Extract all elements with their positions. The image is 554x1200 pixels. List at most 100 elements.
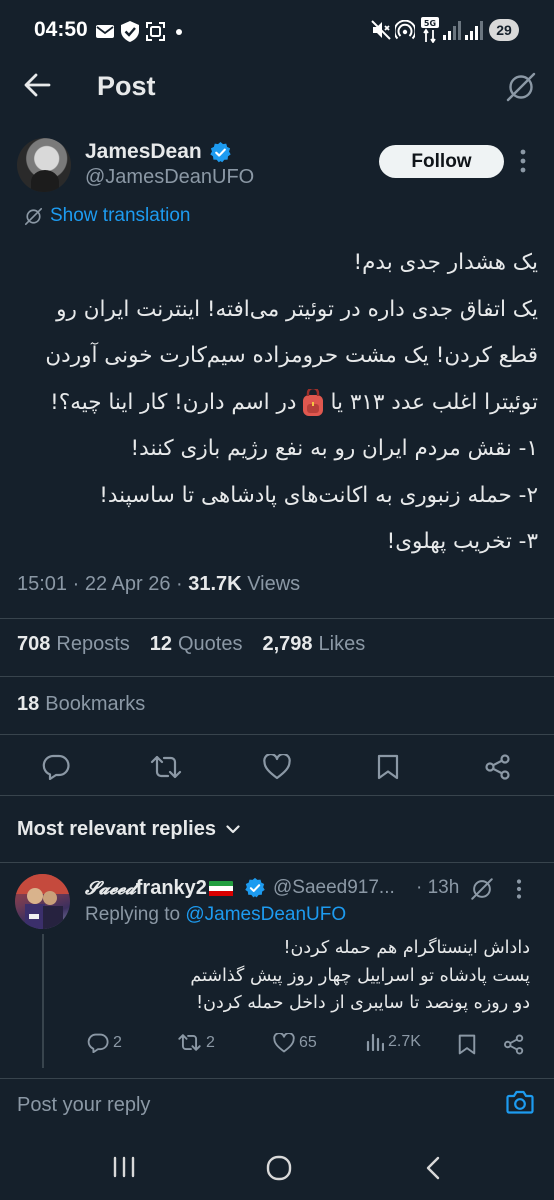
reposts-label: Reposts [56,633,130,655]
bookmarks-label: Bookmarks [45,693,146,715]
grok-translate-icon[interactable] [470,877,494,901]
tweet-timestamp: 15:01 · 22 Apr 26 · 31.7K Views [17,573,301,595]
author-avatar[interactable] [17,138,71,192]
grok-translate-icon [24,207,43,225]
reply-avatar[interactable] [15,874,70,929]
likes-stat[interactable]: 2,798 Likes [262,633,365,656]
tweet-line-part: توئیترا اغلب عدد ۳۱۳ یا [330,389,538,415]
reply-name-stylized: 𝓢𝓪𝓮𝓮𝓭 [85,878,136,899]
quotes-count: 12 [149,633,172,655]
reposts-count: 708 [17,633,51,655]
reply-line: دو روزه پونصد تا سایبری از داخل حمله کرد… [196,993,530,1013]
show-translation-link[interactable]: Show translation [24,205,190,227]
replies-sort-dropdown[interactable]: Most relevant replies [17,818,240,841]
signal-2-icon [465,21,483,40]
tweet-date: 22 Apr 26 [84,573,171,595]
signal-1-icon [443,21,461,40]
backpack-emoji-icon [303,388,324,416]
follow-button[interactable]: Follow [379,145,504,178]
divider [0,676,554,677]
reply-like-count: 65 [299,1034,317,1051]
tweet-line: یک هشدار جدی بدم! [353,250,539,275]
reply-name-text: franky2 [135,877,207,899]
quotes-stat[interactable]: 12 Quotes [150,633,243,656]
share-icon[interactable] [484,754,512,780]
repost-icon [178,1034,201,1051]
bookmark-icon[interactable] [377,754,399,780]
divider [0,734,554,735]
views-count: 31.7K [188,573,242,595]
home-icon[interactable] [266,1155,292,1181]
replying-to-handle[interactable]: @JamesDeanUFO [185,904,346,925]
bookmark-icon[interactable] [458,1034,476,1055]
battery-indicator: 29 [489,19,519,41]
reply-reply-action[interactable]: 2 [87,1033,122,1053]
bookmarks-count: 18 [17,693,40,715]
quotes-label: Quotes [178,633,243,655]
screenshot-icon [146,22,165,41]
views-icon [366,1033,384,1051]
tweet-line: یک اتفاق جدی داره در توئیتر می‌افته! این… [56,296,538,322]
chevron-down-icon [226,825,240,834]
views-label: Views [247,573,301,595]
reply-input[interactable] [17,1090,487,1120]
replying-to-prefix: Replying to [85,904,181,925]
like-icon[interactable] [263,754,291,780]
reply-text: داداش اینستاگرام هم حمله کردن! پست پادشا… [85,935,530,1018]
reply-view-count: 2.7K [388,1033,421,1050]
tweet-line: ۳- تخریب پهلوی! [386,529,538,554]
tweet-line: قطع کردن! یک مشت حرومزاده سیم‌کارت خونی … [45,343,538,368]
shield-check-icon [121,21,139,42]
5g-icon: 5G [421,17,439,43]
author-handle[interactable]: @JamesDeanUFO [85,166,254,189]
verified-badge-icon [210,141,231,163]
tweet-text: یک هشدار جدی بدم! یک اتفاق جدی داره در ت… [14,240,538,566]
replies-sort-label: Most relevant replies [17,818,216,840]
tweet-line-part: در اسم دارن! کار اینا چیه؟! [50,389,297,415]
page-title: Post [97,71,156,101]
reply-icon[interactable] [42,754,70,780]
reply-icon [87,1033,109,1053]
back-arrow-icon[interactable] [22,70,52,100]
notification-dot-icon [176,29,182,35]
reply-reply-count: 2 [113,1034,122,1051]
mail-icon [96,25,114,38]
iran-flag-icon [208,880,233,897]
author-name[interactable]: JamesDean [85,140,202,164]
bookmarks-stat[interactable]: 18 Bookmarks [17,693,145,716]
camera-icon[interactable] [506,1089,534,1115]
grok-translate-icon[interactable] [505,71,537,103]
reposts-stat[interactable]: 708 Reposts [17,633,130,656]
divider [0,618,554,619]
reply-repost-count: 2 [206,1033,215,1051]
repost-icon[interactable] [149,754,183,780]
tweet-line-with-emoji: توئیترا اغلب عدد ۳۱۳ یا در اسم دارن! کار … [14,380,538,427]
mute-icon [371,20,391,40]
tweet-line: ۲- حمله زنبوری به اکانت‌های پادشاهی تا س… [99,482,538,508]
divider [0,862,554,863]
reply-time: · 13h [416,877,460,898]
divider [0,795,554,796]
like-icon [273,1033,295,1053]
reply-views-action[interactable]: 2.7K [366,1033,421,1051]
system-back-icon[interactable] [425,1156,441,1180]
more-options-icon[interactable] [520,149,526,173]
reply-author-handle[interactable]: @Saeed917... [273,877,395,899]
reply-line: پست پادشاه تو اسراییل چهار روز پیش گذاشت… [190,965,530,986]
reply-author-name[interactable]: 𝓢𝓪𝓮𝓮𝓭 franky2 [85,877,233,900]
status-time: 04:50 [34,18,88,41]
svg-text:5G: 5G [424,19,436,28]
likes-count: 2,798 [262,633,313,655]
tweet-time: 15:01 [17,573,68,595]
tweet-line: ۱- نقش مردم ایران رو به نفع رژیم بازی کن… [130,436,538,461]
reply-like-action[interactable]: 65 [273,1033,317,1053]
thread-line [42,934,44,1068]
recent-apps-icon[interactable] [112,1156,136,1178]
reply-avatar-image [15,874,70,929]
more-options-icon[interactable] [516,879,522,899]
hotspot-icon [395,20,415,40]
share-icon[interactable] [503,1034,525,1055]
replying-to: Replying to @JamesDeanUFO [85,904,346,926]
show-translation-label: Show translation [50,205,191,226]
reply-repost-action[interactable]: 2 [177,1033,215,1052]
